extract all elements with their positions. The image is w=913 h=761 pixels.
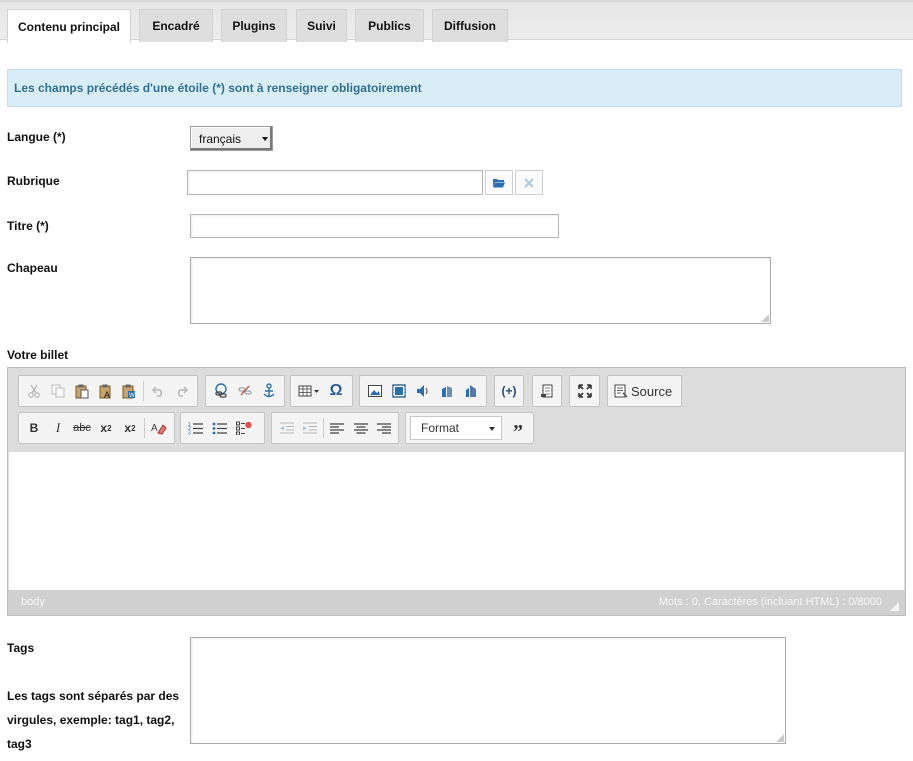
link-group <box>205 375 285 407</box>
rubrique-label: Rubrique <box>7 174 60 188</box>
tab-suivi[interactable]: Suivi <box>296 9 347 42</box>
plugin-icon[interactable]: (+) <box>498 379 520 403</box>
toolbar-separator <box>144 418 145 438</box>
chapeau-label: Chapeau <box>7 261 58 275</box>
tab-publics[interactable]: Publics <box>355 9 424 42</box>
bold-icon[interactable]: B <box>22 416 46 440</box>
paste-word-icon[interactable]: W <box>117 379 141 403</box>
word-count: Mots : 0, Caractères (incluant HTML) : 0… <box>658 596 882 608</box>
langue-select-value: français <box>199 131 242 146</box>
paste-text-icon[interactable]: A <box>94 379 118 403</box>
svg-text:A: A <box>104 390 110 399</box>
special-char-icon[interactable]: Ω <box>324 379 348 403</box>
tags-help-text: Les tags sont séparés par des virgules, … <box>7 689 180 751</box>
tab-contenu-principal[interactable]: Contenu principal <box>7 9 131 43</box>
resize-grip-icon[interactable] <box>890 602 899 611</box>
format-select-label: Format <box>421 421 460 435</box>
checklist-icon[interactable] <box>232 416 256 440</box>
rich-text-editor: A W Ω (+) Source B I abc x 2 x 2 A 1 2 3… <box>7 367 906 616</box>
indent-icon[interactable] <box>298 416 321 440</box>
close-icon <box>524 177 534 188</box>
clear-rubrique-button[interactable] <box>515 170 543 195</box>
svg-text:A: A <box>151 423 158 434</box>
editor-content-area[interactable] <box>9 452 904 590</box>
maximize-group <box>569 375 600 407</box>
table-icon[interactable] <box>294 379 324 403</box>
blockquote-icon[interactable]: ” <box>506 416 530 443</box>
resize-grip-icon[interactable] <box>776 734 784 742</box>
chart-icon[interactable] <box>435 379 459 403</box>
superscript-icon[interactable]: x2 <box>118 416 142 440</box>
chevron-down-icon <box>489 427 495 431</box>
titre-input[interactable] <box>190 214 559 238</box>
folder-open-icon <box>493 178 505 187</box>
cut-icon[interactable] <box>22 379 46 403</box>
editor-status-bar: body Mots : 0, Caractères (incluant HTML… <box>8 590 905 615</box>
numbered-list-icon[interactable]: 123 <box>184 416 208 440</box>
video-icon[interactable] <box>387 379 411 403</box>
chart-alt-icon[interactable] <box>459 379 483 403</box>
italic-icon[interactable]: I <box>46 416 70 440</box>
strikethrough-icon[interactable]: abc <box>70 416 94 440</box>
required-fields-notice: Les champs précédés d'une étoile (*) son… <box>7 69 902 107</box>
format-select[interactable]: Format <box>410 416 502 440</box>
undo-icon[interactable] <box>146 379 170 403</box>
toolbar-separator <box>143 381 145 401</box>
link-icon[interactable] <box>209 379 233 403</box>
source-icon <box>614 384 628 398</box>
svg-text:W: W <box>129 393 135 399</box>
maximize-icon[interactable] <box>573 379 596 403</box>
source-label: Source <box>631 383 673 399</box>
required-fields-notice-text: Les champs précédés d'une étoile (*) son… <box>14 81 422 95</box>
template-group <box>532 375 562 407</box>
bullet-list-icon[interactable] <box>208 416 232 440</box>
anchor-icon[interactable] <box>257 379 281 403</box>
resize-grip-icon[interactable] <box>761 314 769 322</box>
list-group: 123 <box>180 412 265 444</box>
subscript-icon[interactable]: x2 <box>94 416 118 440</box>
tags-label: Tags <box>7 641 35 655</box>
browse-rubrique-button[interactable] <box>485 170 513 195</box>
audio-icon[interactable] <box>411 379 435 403</box>
copy-icon[interactable] <box>46 379 70 403</box>
tags-textarea[interactable] <box>190 637 786 744</box>
redo-icon[interactable] <box>170 379 194 403</box>
clipboard-group: A W <box>18 375 198 407</box>
insert-group: Ω <box>290 375 353 407</box>
source-button[interactable]: Source <box>607 375 682 407</box>
format-group: Format ” <box>405 412 534 444</box>
chevron-down-icon <box>262 137 268 141</box>
align-center-icon[interactable] <box>349 416 372 440</box>
langue-select[interactable]: français <box>190 126 273 151</box>
chapeau-textarea[interactable] <box>190 257 771 324</box>
titre-label: Titre (*) <box>7 219 49 233</box>
template-icon[interactable] <box>536 379 558 403</box>
outdent-icon[interactable] <box>275 416 298 440</box>
svg-text:3: 3 <box>188 431 191 436</box>
media-group <box>359 375 487 407</box>
tab-encadre[interactable]: Encadré <box>139 9 213 42</box>
rubrique-input[interactable] <box>187 170 483 195</box>
align-left-icon[interactable] <box>326 416 349 440</box>
tab-plugins[interactable]: Plugins <box>221 9 287 42</box>
image-icon[interactable] <box>363 379 387 403</box>
langue-label: Langue (*) <box>7 130 66 144</box>
toolbar-separator <box>323 418 324 438</box>
tab-bar: Contenu principal Encadré Plugins Suivi … <box>0 0 913 43</box>
remove-format-icon[interactable]: A <box>147 416 171 440</box>
plugin-group: (+) <box>494 375 524 407</box>
align-group <box>271 412 399 444</box>
billet-label: Votre billet <box>7 348 69 362</box>
tab-diffusion[interactable]: Diffusion <box>432 9 508 42</box>
editor-toolbar: A W Ω (+) Source B I abc x 2 x 2 A 1 2 3… <box>8 368 905 452</box>
unlink-icon[interactable] <box>233 379 257 403</box>
align-right-icon[interactable] <box>372 416 395 440</box>
basic-styles-group: B I abc x2 x2 A <box>18 412 175 444</box>
element-path[interactable]: body <box>21 596 45 608</box>
paste-icon[interactable] <box>70 379 94 403</box>
